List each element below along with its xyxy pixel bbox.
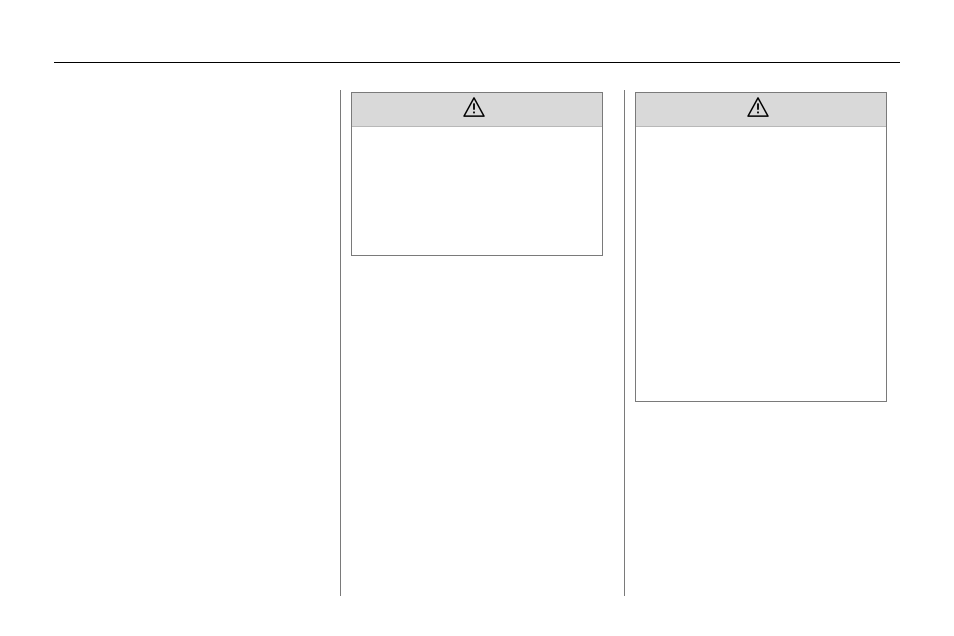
caution-card-2 (635, 92, 887, 402)
caution-card-1 (351, 92, 603, 256)
warning-icon (463, 97, 485, 122)
manual-page (0, 0, 954, 636)
caution-card-2-header (636, 93, 886, 127)
caution-card-1-header (352, 93, 602, 127)
column-3 (624, 90, 884, 596)
horizontal-rule (54, 62, 900, 63)
column-2 (340, 90, 600, 596)
warning-icon (747, 97, 769, 122)
caution-card-2-body (636, 127, 886, 187)
column-1 (60, 90, 320, 596)
caution-card-1-body (352, 127, 602, 187)
